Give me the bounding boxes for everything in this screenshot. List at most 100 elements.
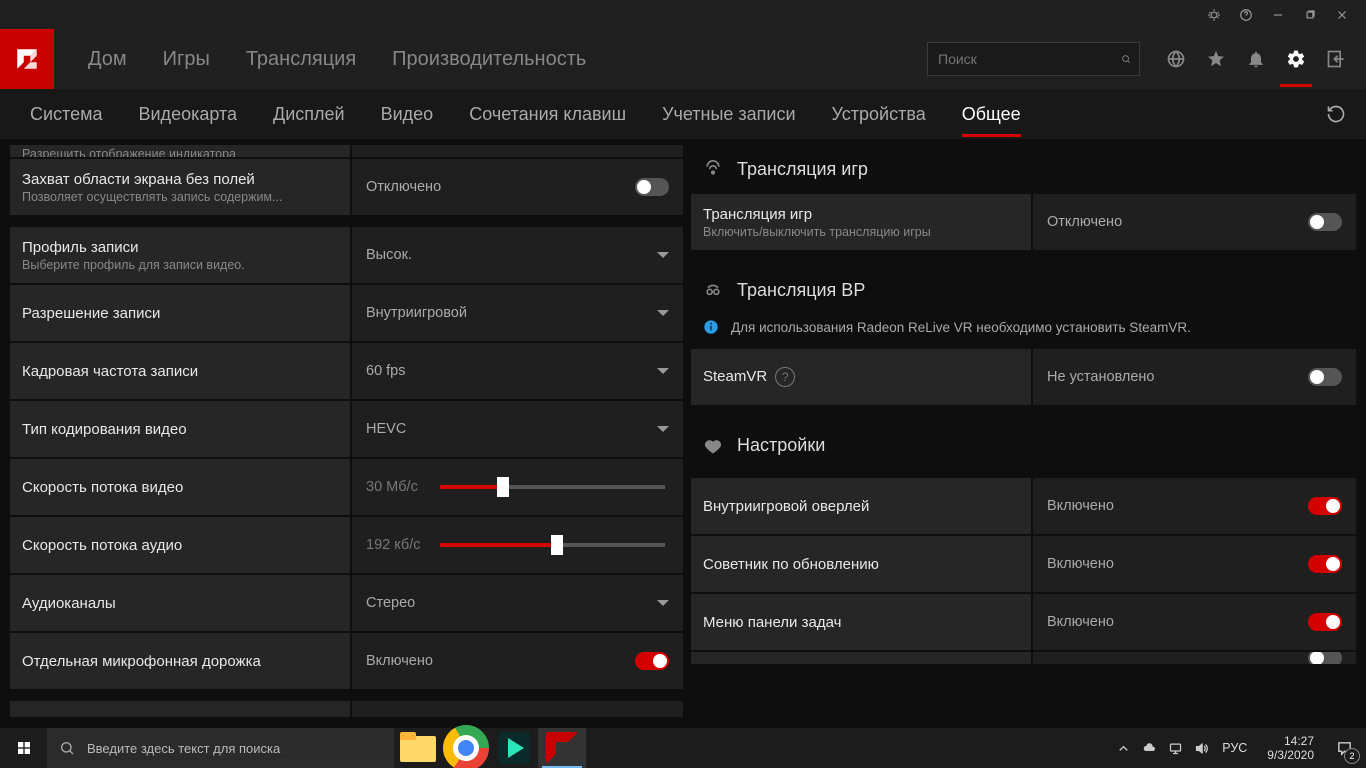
- start-button[interactable]: [0, 728, 47, 768]
- close-icon[interactable]: [1326, 0, 1358, 29]
- vr-header: Трансляция ВР: [691, 252, 1356, 315]
- subnav-video[interactable]: Видео: [363, 96, 452, 133]
- taskbar-explorer[interactable]: [394, 728, 442, 768]
- settings-subnav: Система Видеокарта Дисплей Видео Сочетан…: [0, 89, 1366, 139]
- audio-bitrate-cell[interactable]: 192 кб/с: [352, 517, 683, 573]
- search-input[interactable]: [936, 50, 1121, 68]
- taskmenu-toggle[interactable]: [1308, 613, 1342, 631]
- steamvr-toggle[interactable]: [1308, 368, 1342, 386]
- resolution-dropdown[interactable]: Внутриигровой: [352, 285, 683, 341]
- truncated-sub: Разрешить отображение индикатора: [22, 147, 338, 157]
- web-icon[interactable]: [1156, 39, 1196, 79]
- borderless-value-cell[interactable]: Отключено: [352, 159, 683, 215]
- row-overlay: Внутриигровой оверлей Включено: [691, 478, 1356, 534]
- taskbar-search-placeholder: Введите здесь текст для поиска: [87, 741, 280, 756]
- subnav-accounts[interactable]: Учетные записи: [644, 96, 813, 133]
- overlay-val[interactable]: Включено: [1033, 478, 1356, 534]
- main-nav: Дом Игры Трансляция Производительность: [72, 40, 602, 79]
- exit-icon[interactable]: [1316, 39, 1356, 79]
- search-icon: [1121, 51, 1131, 67]
- taskbar-chrome[interactable]: [442, 728, 490, 768]
- taskbar-clock[interactable]: 14:27 9/3/2020: [1259, 734, 1322, 763]
- row-steamvr: SteamVR? Не установлено: [691, 349, 1356, 405]
- left-column: Разрешить отображение индикатора Захват …: [0, 139, 683, 728]
- profile-dropdown[interactable]: Высок.: [352, 227, 683, 283]
- steamvr-val[interactable]: Не установлено: [1033, 349, 1356, 405]
- taskmenu-val[interactable]: Включено: [1033, 594, 1356, 650]
- subnav-devices[interactable]: Устройства: [814, 96, 944, 133]
- advisor-val[interactable]: Включено: [1033, 536, 1356, 592]
- subnav-hotkeys[interactable]: Сочетания клавиш: [451, 96, 644, 133]
- gear-icon[interactable]: [1276, 39, 1316, 79]
- mic-track-cell[interactable]: Включено: [352, 633, 683, 689]
- subnav-display[interactable]: Дисплей: [255, 96, 363, 133]
- bell-icon[interactable]: [1236, 39, 1276, 79]
- preferences-header: Настройки: [691, 407, 1356, 470]
- system-tray: РУС: [1106, 741, 1259, 756]
- partial-toggle[interactable]: [1308, 652, 1342, 664]
- help-icon[interactable]: [1230, 0, 1262, 29]
- game-stream-val[interactable]: Отключено: [1033, 194, 1356, 250]
- heart-icon: [703, 436, 723, 456]
- row-audio-channels: Аудиоканалы Стерео: [10, 575, 683, 631]
- tray-onedrive-icon[interactable]: [1138, 741, 1160, 756]
- profile-title: Профиль записи: [22, 239, 338, 256]
- amd-logo[interactable]: [0, 29, 54, 89]
- encoding-dropdown[interactable]: HEVC: [352, 401, 683, 457]
- subnav-videocard[interactable]: Видеокарта: [121, 96, 256, 133]
- channels-dropdown[interactable]: Стерео: [352, 575, 683, 631]
- vr-icon: [703, 281, 723, 301]
- tray-volume-icon[interactable]: [1190, 741, 1212, 756]
- game-stream-toggle[interactable]: [1308, 213, 1342, 231]
- borderless-toggle[interactable]: [635, 178, 669, 196]
- search-box[interactable]: [927, 42, 1140, 76]
- main-header: Дом Игры Трансляция Производительность: [0, 29, 1366, 89]
- right-column: Трансляция игр Трансляция игр Включить/в…: [683, 139, 1366, 728]
- profile-sub: Выберите профиль для записи видео.: [22, 258, 338, 272]
- action-center-icon[interactable]: 2: [1322, 728, 1366, 768]
- row-right-partial: [691, 652, 1356, 664]
- row-truncated: Разрешить отображение индикатора: [10, 145, 683, 157]
- video-bitrate-slider[interactable]: [440, 485, 665, 489]
- subnav-general[interactable]: Общее: [944, 96, 1039, 133]
- overlay-toggle[interactable]: [1308, 497, 1342, 515]
- minimize-icon[interactable]: [1262, 0, 1294, 29]
- search-icon: [59, 740, 75, 756]
- taskbar-filmora[interactable]: [490, 728, 538, 768]
- titlebar: [0, 0, 1366, 29]
- settings-content: Разрешить отображение индикатора Захват …: [0, 139, 1366, 728]
- info-icon: [703, 319, 719, 335]
- row-record-resolution: Разрешение записи Внутриигровой: [10, 285, 683, 341]
- tray-chevron-up-icon[interactable]: [1112, 741, 1134, 756]
- row-borderless-capture: Захват области экрана без полей Позволяе…: [10, 159, 683, 215]
- row-game-stream: Трансляция игр Включить/выключить трансл…: [691, 194, 1356, 250]
- audio-bitrate-slider[interactable]: [440, 543, 665, 547]
- borderless-value: Отключено: [366, 179, 441, 195]
- nav-games[interactable]: Игры: [147, 40, 226, 79]
- row-taskmenu: Меню панели задач Включено: [691, 594, 1356, 650]
- reset-icon[interactable]: [1318, 96, 1354, 132]
- mic-track-toggle[interactable]: [635, 652, 669, 670]
- tray-lang[interactable]: РУС: [1216, 741, 1253, 755]
- nav-streaming[interactable]: Трансляция: [230, 40, 372, 79]
- row-advisor: Советник по обновлению Включено: [691, 536, 1356, 592]
- steamvr-help-icon[interactable]: ?: [775, 367, 795, 387]
- star-icon[interactable]: [1196, 39, 1236, 79]
- bug-icon[interactable]: [1198, 0, 1230, 29]
- streaming-header: Трансляция игр: [691, 145, 1356, 194]
- restore-icon[interactable]: [1294, 0, 1326, 29]
- truncated-val[interactable]: [352, 145, 683, 157]
- audio-bitrate-value: 192 кб/с: [366, 537, 426, 553]
- subnav-system[interactable]: Система: [12, 96, 121, 133]
- advisor-toggle[interactable]: [1308, 555, 1342, 573]
- row-video-bitrate: Скорость потока видео 30 Мб/с: [10, 459, 683, 515]
- video-bitrate-cell[interactable]: 30 Мб/с: [352, 459, 683, 515]
- nav-home[interactable]: Дом: [72, 40, 143, 79]
- taskbar-amd[interactable]: [538, 728, 586, 768]
- nav-performance[interactable]: Производительность: [376, 40, 602, 79]
- taskbar-search[interactable]: Введите здесь текст для поиска: [47, 728, 394, 768]
- tray-network-icon[interactable]: [1164, 741, 1186, 756]
- row-mic-track: Отдельная микрофонная дорожка Включено: [10, 633, 683, 689]
- video-bitrate-value: 30 Мб/с: [366, 479, 426, 495]
- fps-dropdown[interactable]: 60 fps: [352, 343, 683, 399]
